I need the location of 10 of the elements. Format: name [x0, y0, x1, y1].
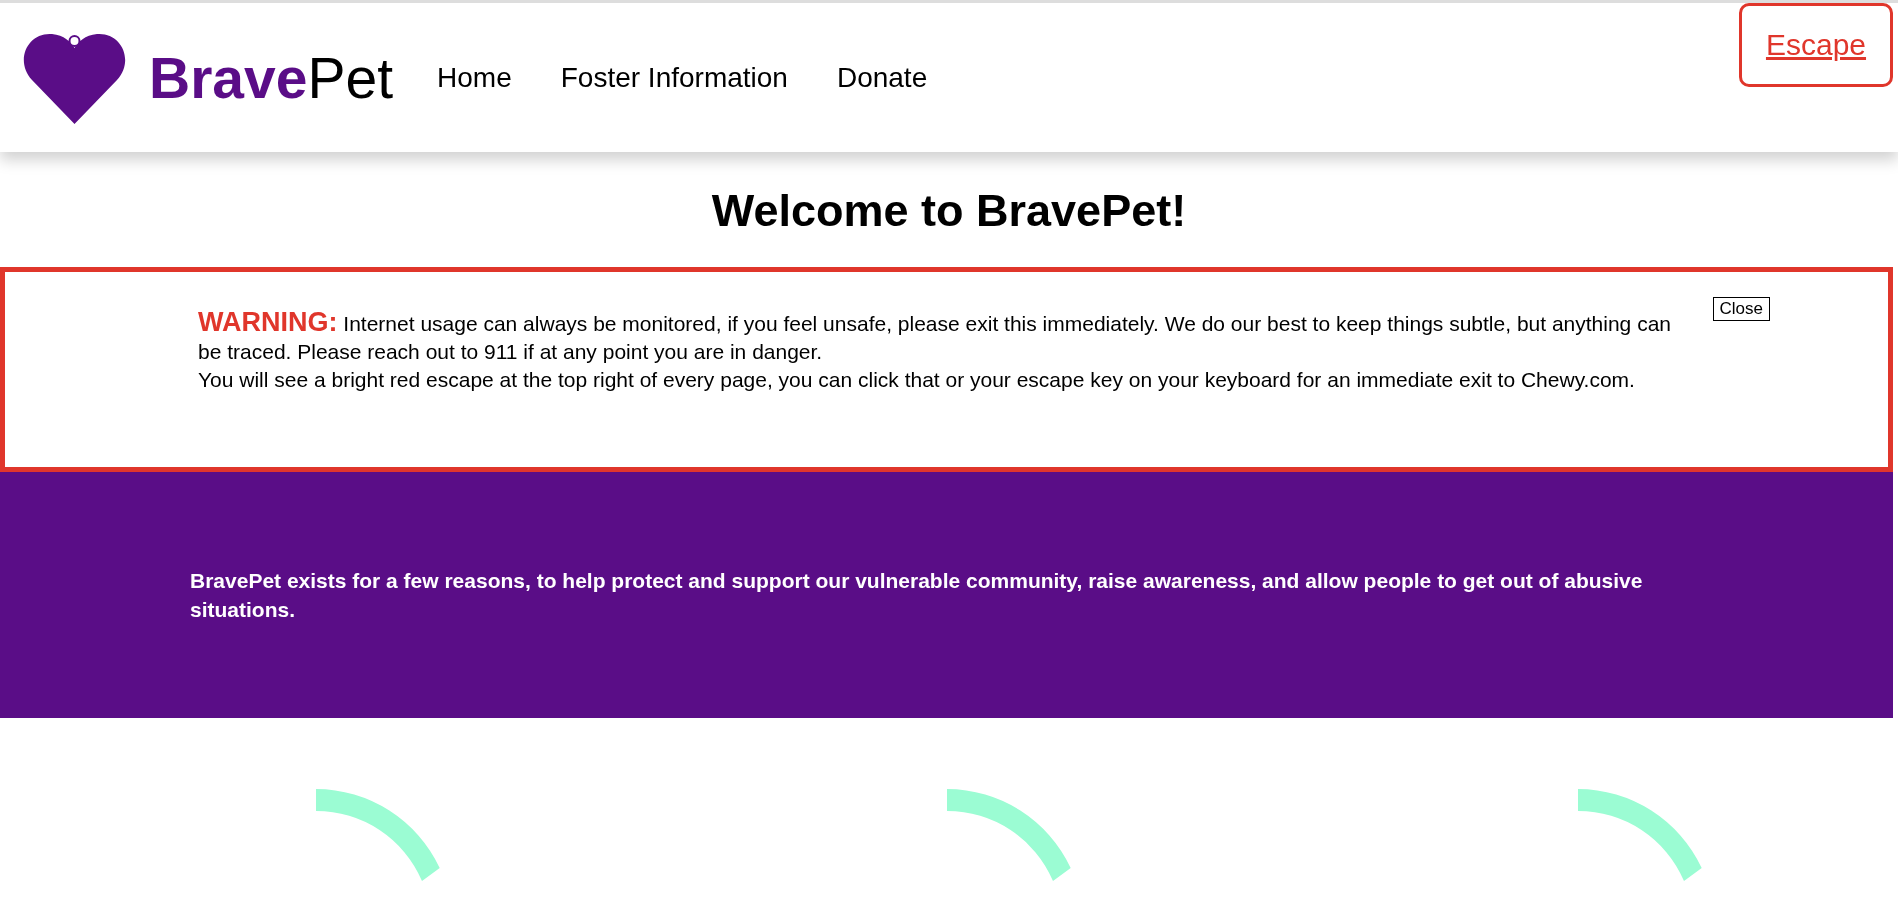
- close-button[interactable]: Close: [1712, 297, 1770, 321]
- nav-link[interactable]: Home: [437, 61, 512, 94]
- escape-link[interactable]: Escape: [1739, 3, 1893, 87]
- heart-logo-icon: [22, 31, 127, 124]
- mission-statement: BravePet exists for a few reasons, to help protect and support our vulnerable community, raise awareness, and allow people to get out of abusive situations.: [190, 568, 1644, 623]
- brand-name[interactable]: BravePet: [149, 44, 393, 111]
- nav-link[interactable]: Donate: [836, 61, 928, 94]
- page-title: Welcome to BravePet!: [711, 184, 1187, 238]
- warning-message: WARNING: Internet usage can always be monitored, if you feel unsafe, please exit this immediately. We do our best to keep things subtle, but anything can be traced. Please reach out to 911 if at any point you are in danger. You will see a bright red escape at the top right of every page, you can click that or your escape key on your keyboard for an immediate exit to Chewy.com.: [198, 308, 1672, 393]
- nav-link[interactable]: Foster Information: [560, 61, 788, 94]
